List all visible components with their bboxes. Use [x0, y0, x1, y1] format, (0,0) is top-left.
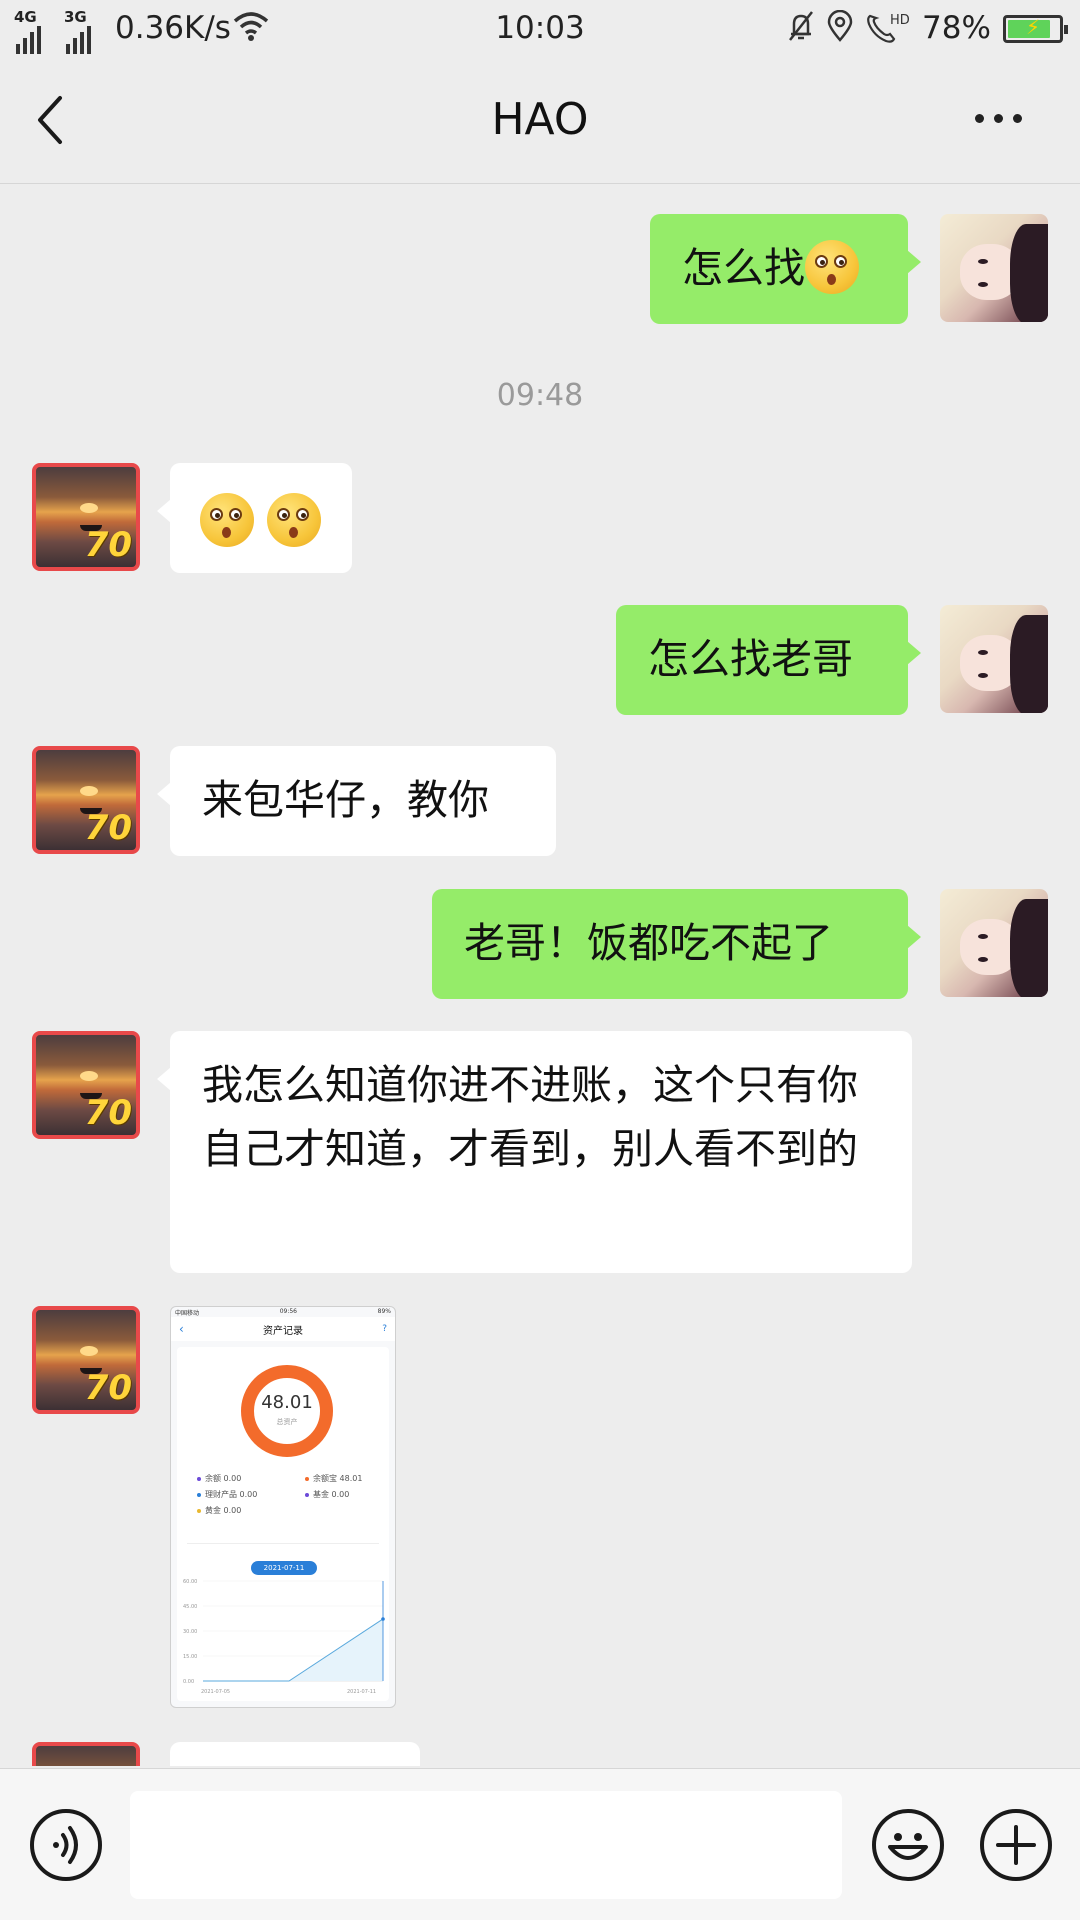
- y-tick: 0.00: [183, 1679, 194, 1685]
- message-bubble-incoming[interactable]: 我怎么知道你进不进账，这个只有你自己才知道，才看到，别人看不到的: [157, 1031, 912, 1273]
- message-input[interactable]: [130, 1791, 842, 1899]
- message-text: 我怎么知道你进不进账，这个只有你自己才知道，才看到，别人看不到的: [202, 1061, 858, 1173]
- plus-button[interactable]: [980, 1809, 1052, 1881]
- avatar-self[interactable]: [940, 605, 1048, 713]
- message-text: 来包华仔，教你: [202, 776, 489, 824]
- chat-header: HAO: [0, 58, 1080, 184]
- x-tick: 2021-07-05: [201, 1689, 230, 1695]
- asset-line-chart: 60.00 45.00 30.00 15.00 0.00 2021-07-05 …: [183, 1579, 385, 1695]
- image-carrier: 中国移动: [175, 1310, 200, 1317]
- emoji-button[interactable]: [872, 1809, 944, 1881]
- message-bubble-outgoing[interactable]: 怎么找: [650, 214, 921, 324]
- avatar-peer[interactable]: 70: [32, 1031, 140, 1139]
- asset-card: 48.01 总资产 余额 0.00 余额宝 48.01 理财产品 0.00 基金…: [177, 1347, 389, 1701]
- image-header: ‹ 资产记录 ?: [171, 1317, 395, 1341]
- hd-call-icon: HD: [867, 13, 910, 43]
- status-bar: 4G 3G 0.36K/s 10:03 HD 78% ⚡: [0, 0, 1080, 58]
- plus-icon: [996, 1825, 1036, 1865]
- avatar-self[interactable]: [940, 214, 1048, 322]
- location-icon: [827, 10, 853, 42]
- legend-item: 理财产品 0.00: [197, 1489, 257, 1500]
- x-tick: 2021-07-11: [347, 1689, 376, 1695]
- emoji-icon: [888, 1833, 928, 1860]
- message-text: 怎么找: [682, 244, 805, 292]
- asset-total: 48.01: [261, 1392, 313, 1413]
- flushed-face-emoji: [200, 493, 254, 547]
- avatar-peer[interactable]: 70: [32, 746, 140, 854]
- legend-item: 基金 0.00: [305, 1489, 349, 1500]
- image-back-icon: ‹: [179, 1322, 184, 1336]
- image-help-icon: ?: [382, 1324, 387, 1334]
- message-text: 老哥！饭都吃不起了: [464, 919, 833, 967]
- y-tick: 30.00: [183, 1629, 197, 1635]
- message-bubble-outgoing[interactable]: 老哥！饭都吃不起了: [432, 889, 921, 999]
- image-battery: 89%: [377, 1308, 391, 1315]
- legend-item: 黄金 0.00: [197, 1505, 241, 1516]
- message-bubble-outgoing[interactable]: 怎么找老哥: [616, 605, 921, 715]
- avatar-peer[interactable]: 70: [32, 463, 140, 571]
- battery-percent: 78%: [922, 10, 991, 46]
- chat-title: HAO: [491, 94, 589, 145]
- avatar-self[interactable]: [940, 889, 1048, 997]
- clock: 10:03: [495, 10, 585, 46]
- thinking-face-emoji: [805, 240, 859, 294]
- timestamp: 09:48: [496, 378, 584, 413]
- image-time: 09:56: [279, 1308, 297, 1315]
- flushed-face-emoji: [267, 493, 322, 547]
- voice-icon: [53, 1826, 78, 1864]
- y-tick: 60.00: [183, 1579, 197, 1585]
- input-bar: [0, 1768, 1080, 1920]
- image-status-bar: 中国移动 09:56 89%: [171, 1307, 395, 1317]
- svg-text:HD: HD: [890, 13, 910, 28]
- bell-off-icon: [789, 11, 813, 41]
- message-bubble-incoming[interactable]: 来包华仔，教你: [157, 746, 556, 856]
- message-bubble-partial: [170, 1742, 420, 1766]
- more-button[interactable]: [975, 98, 1031, 138]
- asset-total-label: 总资产: [276, 1418, 298, 1426]
- avatar-peer-partial: [32, 1742, 140, 1766]
- y-tick: 45.00: [183, 1604, 197, 1610]
- legend-item: 余额宝 48.01: [305, 1473, 362, 1484]
- image-message[interactable]: 中国移动 09:56 89% ‹ 资产记录 ? 48.01 总资产 余额 0.0…: [170, 1306, 396, 1708]
- image-title: 资产记录: [263, 1325, 303, 1337]
- avatar-peer[interactable]: 70: [32, 1306, 140, 1414]
- battery-icon: ⚡: [1003, 15, 1068, 43]
- message-bubble-incoming[interactable]: [157, 463, 352, 573]
- voice-button[interactable]: [30, 1809, 102, 1881]
- message-text: 怎么找老哥: [648, 635, 853, 683]
- legend-item: 余额 0.00: [197, 1473, 241, 1484]
- y-tick: 15.00: [183, 1654, 197, 1660]
